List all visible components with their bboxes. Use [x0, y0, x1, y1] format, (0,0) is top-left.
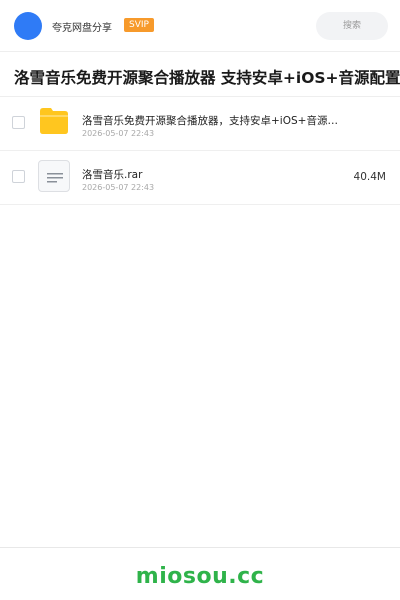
svip-badge: SVIP	[124, 18, 154, 32]
file-size: 40.4M	[353, 171, 386, 183]
file-row[interactable]: 洛雪音乐免费开源聚合播放器，支持安卓+iOS+音源配置教程 2026-05-07…	[0, 97, 400, 151]
footer: miosou.cc	[0, 547, 400, 600]
brand-label: 夸克网盘分享	[52, 23, 112, 34]
file-row[interactable]: 洛雪音乐.rar 2026-05-07 22:43 40.4M	[0, 151, 400, 205]
avatar[interactable]	[14, 12, 42, 40]
share-title: 洛雪音乐免费开源聚合播放器 支持安卓+iOS+音源配置教程	[14, 69, 400, 87]
search-button[interactable]: 搜索	[316, 12, 388, 40]
document-icon	[38, 160, 70, 192]
file-name[interactable]: 洛雪音乐免费开源聚合播放器，支持安卓+iOS+音源配置教程	[82, 113, 346, 128]
file-date: 2026-05-07 22:43	[82, 183, 155, 192]
file-checkbox[interactable]	[12, 170, 25, 183]
document-lines-icon	[47, 173, 63, 183]
file-checkbox[interactable]	[12, 116, 25, 129]
file-name[interactable]: 洛雪音乐.rar	[82, 167, 346, 182]
folder-icon	[40, 108, 68, 134]
share-title-bar: 洛雪音乐免费开源聚合播放器 支持安卓+iOS+音源配置教程	[0, 53, 400, 97]
header: 夸克网盘分享 SVIP 搜索	[0, 0, 400, 52]
file-date: 2026-05-07 22:43	[82, 129, 155, 138]
footer-brand[interactable]: miosou.cc	[0, 564, 400, 589]
